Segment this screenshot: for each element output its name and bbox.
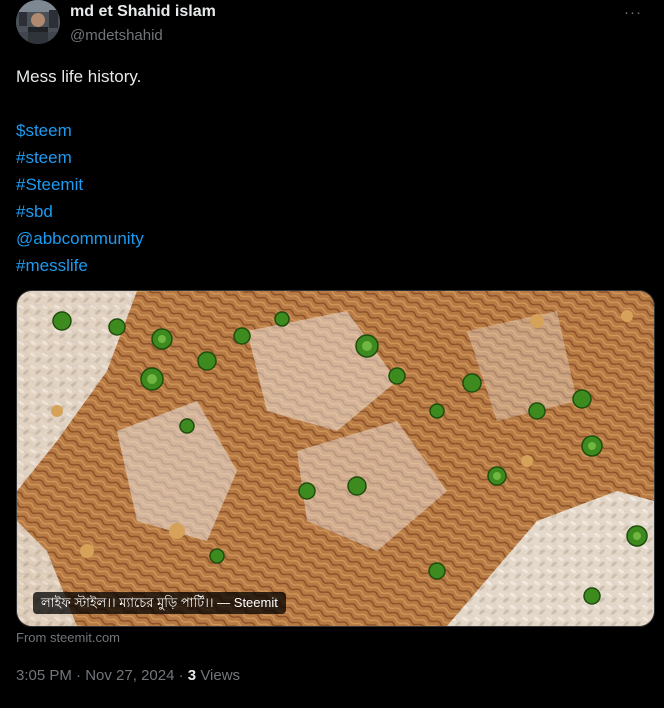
hashtag-steem[interactable]: #steem [16, 148, 72, 167]
tweet-body: Mess life history. $steem #steem #Steemi… [16, 63, 646, 279]
author-info: md et Shahid islam @mdetshahid [70, 2, 216, 46]
tweet-time[interactable]: 3:05 PM [16, 667, 72, 684]
mention-abbcommunity[interactable]: @abbcommunity [16, 229, 144, 248]
food-photo [17, 291, 654, 626]
author-handle[interactable]: @mdetshahid [70, 26, 216, 46]
hashtag-steemit[interactable]: #Steemit [16, 175, 83, 194]
meta-separator: · [76, 667, 82, 684]
link-source[interactable]: From steemit.com [16, 630, 120, 645]
hashtag-steem-dollar[interactable]: $steem [16, 121, 72, 140]
media-caption: লাইফ স্টাইল।। ম্যাচের মুড়ি পার্টি।। — S… [33, 592, 286, 614]
tweet-text: Mess life history. [16, 67, 142, 86]
line-break [16, 90, 646, 117]
more-icon[interactable]: ··· [618, 2, 648, 22]
views-count: 3 [187, 667, 197, 684]
tweet-date[interactable]: Nov 27, 2024 [85, 667, 174, 684]
media-card[interactable]: লাইফ স্টাইল।। ম্যাচের মুড়ি পার্টি।। — S… [16, 290, 655, 627]
avatar[interactable] [16, 0, 60, 44]
hashtag-messlife[interactable]: #messlife [16, 256, 88, 275]
author-display-name[interactable]: md et Shahid islam [70, 2, 216, 22]
meta-separator-2: · [178, 667, 184, 684]
views-label: Views [200, 667, 241, 684]
tweet-meta: 3:05 PM · Nov 27, 2024 · 3 Views [16, 667, 240, 684]
hashtag-sbd[interactable]: #sbd [16, 202, 53, 221]
tweet-page: md et Shahid islam @mdetshahid ··· Mess … [0, 0, 664, 708]
